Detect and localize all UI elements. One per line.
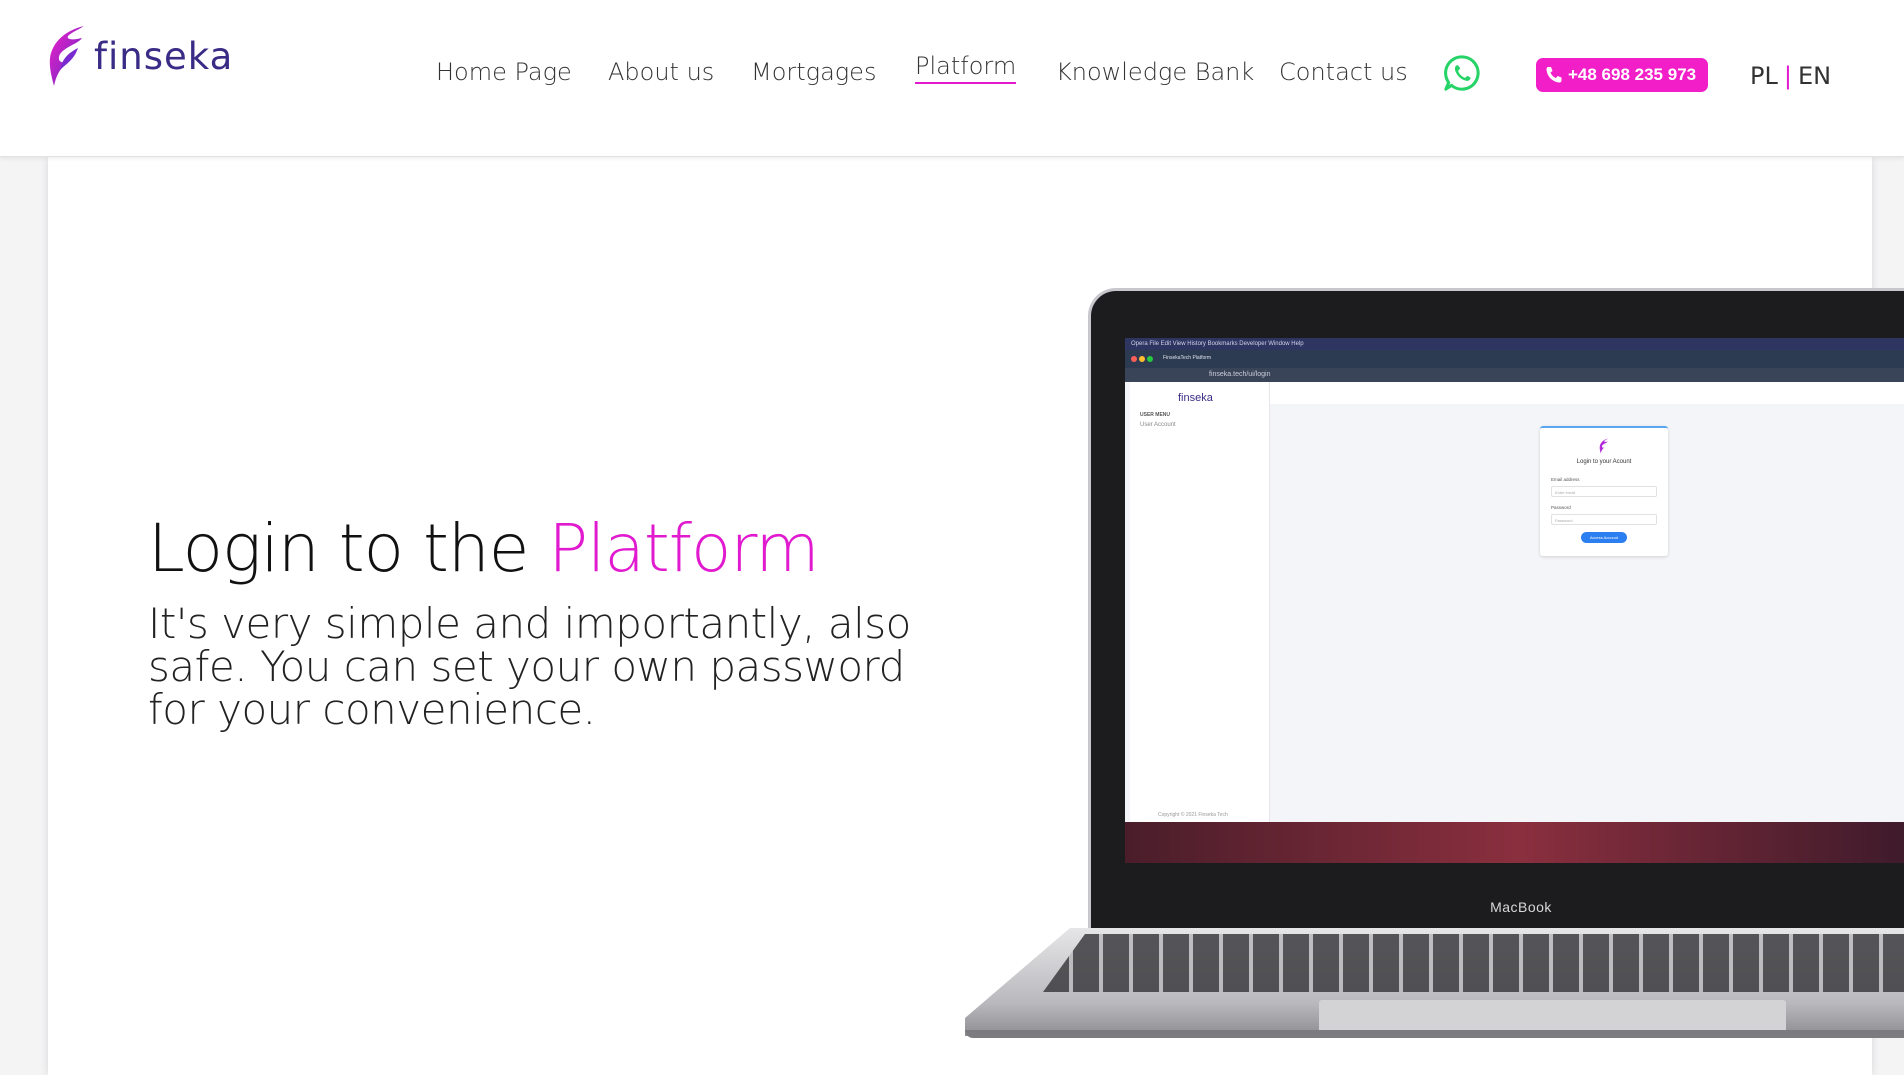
mini-logo-icon bbox=[1599, 438, 1609, 454]
screen-password-input: Password bbox=[1551, 514, 1657, 525]
screen-url: finseka.tech/ui/login bbox=[1209, 371, 1271, 378]
nav-home-page[interactable]: Home Page bbox=[436, 58, 572, 86]
screen-email-input: Enter email bbox=[1551, 486, 1657, 497]
minimize-dot bbox=[1139, 356, 1145, 362]
laptop-lid: Opera File Edit View History Bookmarks D… bbox=[1088, 288, 1904, 936]
screen-topband bbox=[1270, 382, 1904, 404]
phone-icon bbox=[1546, 67, 1562, 83]
nav-mortgages[interactable]: Mortgages bbox=[751, 58, 876, 86]
screen-access-button: Access Account bbox=[1581, 532, 1627, 543]
nav-contact-us[interactable]: Contact us bbox=[1279, 58, 1408, 86]
screen-copyright: Copyright © 2021 Finseka Tech bbox=[1158, 812, 1228, 818]
laptop-mockup: Opera File Edit View History Bookmarks D… bbox=[965, 286, 1904, 1046]
lang-pl[interactable]: PL bbox=[1750, 62, 1778, 90]
hero-description: It's very simple and importantly, also s… bbox=[148, 599, 911, 734]
macbook-label: MacBook bbox=[1490, 899, 1552, 915]
screen-browser-tabs: FinsekaTech Platform bbox=[1125, 350, 1904, 368]
screen-desktop-strip bbox=[1125, 822, 1904, 863]
phone-number: +48 698 235 973 bbox=[1568, 65, 1697, 84]
close-dot bbox=[1131, 356, 1137, 362]
lang-en[interactable]: EN bbox=[1798, 62, 1831, 90]
screen-tab-title: FinsekaTech Platform bbox=[1163, 355, 1212, 361]
laptop-trackpad bbox=[1319, 1000, 1786, 1034]
screen-email-label: Email address bbox=[1551, 477, 1580, 482]
language-switcher: PL | EN bbox=[1750, 62, 1831, 90]
whatsapp-icon[interactable] bbox=[1443, 54, 1481, 92]
screen-sidebar-menu-title: USER MENU bbox=[1140, 412, 1171, 418]
nav-knowledge-bank[interactable]: Knowledge Bank bbox=[1056, 58, 1254, 86]
nav-about-us[interactable]: About us bbox=[608, 58, 714, 86]
laptop-screen: Opera File Edit View History Bookmarks D… bbox=[1125, 338, 1904, 863]
hero-title-accent: Platform bbox=[548, 510, 819, 587]
phone-button[interactable]: +48 698 235 973 bbox=[1536, 58, 1709, 92]
hero-title: Login to the Platform bbox=[148, 510, 820, 587]
laptop-keyboard bbox=[1043, 934, 1904, 992]
screen-sidebar-item: User Account bbox=[1140, 422, 1176, 428]
screen-menubar: Opera File Edit View History Bookmarks D… bbox=[1125, 338, 1904, 350]
screen-address-bar: finseka.tech/ui/login bbox=[1125, 368, 1904, 382]
screen-sidebar-logo: finseka bbox=[1178, 392, 1213, 404]
maximize-dot bbox=[1147, 356, 1153, 362]
screen-password-label: Password bbox=[1551, 505, 1571, 510]
hero-title-prefix: Login to the bbox=[148, 510, 529, 587]
screen-login-card: Login to your Acount Email address Enter… bbox=[1540, 426, 1668, 556]
screen-menubar-text: Opera File Edit View History Bookmarks D… bbox=[1131, 341, 1304, 347]
site-header: finseka Home Page About us Mortgages Pla… bbox=[0, 0, 1904, 157]
screen-sidebar: finseka USER MENU User Account Copyright… bbox=[1130, 382, 1270, 822]
lang-separator: | bbox=[1783, 62, 1792, 90]
nav-platform[interactable]: Platform bbox=[915, 52, 1017, 84]
screen-login-title: Login to your Acount bbox=[1576, 459, 1632, 465]
laptop-base-edge bbox=[965, 1030, 1904, 1038]
